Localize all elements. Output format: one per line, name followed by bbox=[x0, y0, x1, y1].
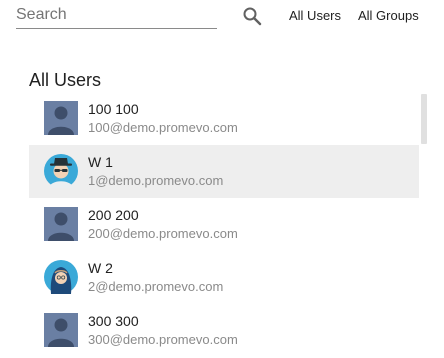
user-list: 100 100 100@demo.promevo.com W 1 1@demo.… bbox=[29, 92, 419, 358]
search-input[interactable] bbox=[16, 4, 217, 26]
user-name: 200 200 bbox=[88, 207, 139, 223]
search-icon[interactable] bbox=[242, 6, 262, 26]
hijab-woman-avatar bbox=[44, 260, 78, 294]
default-person-icon bbox=[44, 313, 78, 347]
user-name: 300 300 bbox=[88, 313, 139, 329]
hat-sunglasses-avatar bbox=[44, 154, 78, 188]
user-email: 300@demo.promevo.com bbox=[88, 332, 238, 347]
user-row[interactable]: 300 300 300@demo.promevo.com bbox=[29, 304, 419, 357]
user-email: 2@demo.promevo.com bbox=[88, 279, 224, 294]
user-email: 200@demo.promevo.com bbox=[88, 226, 238, 241]
user-name: 100 100 bbox=[88, 101, 139, 117]
user-directory-page: All Users All Groups All Users 100 100 1… bbox=[0, 0, 444, 358]
user-row[interactable]: 200 200 200@demo.promevo.com bbox=[29, 198, 419, 251]
user-row[interactable]: W 2 2@demo.promevo.com bbox=[29, 251, 419, 304]
user-row[interactable]: W 1 1@demo.promevo.com bbox=[29, 145, 419, 198]
default-person-icon bbox=[44, 207, 78, 241]
user-name: W 1 bbox=[88, 154, 113, 170]
user-email: 1@demo.promevo.com bbox=[88, 173, 224, 188]
user-email: 100@demo.promevo.com bbox=[88, 120, 238, 135]
all-groups-link[interactable]: All Groups bbox=[358, 8, 419, 23]
user-row[interactable]: 100 100 100@demo.promevo.com bbox=[29, 92, 419, 145]
section-title: All Users bbox=[29, 70, 102, 90]
default-person-icon bbox=[44, 101, 78, 135]
search-field bbox=[16, 4, 217, 29]
user-name: W 2 bbox=[88, 260, 113, 276]
list-scrollbar[interactable] bbox=[421, 94, 427, 144]
all-users-link[interactable]: All Users bbox=[289, 8, 341, 23]
